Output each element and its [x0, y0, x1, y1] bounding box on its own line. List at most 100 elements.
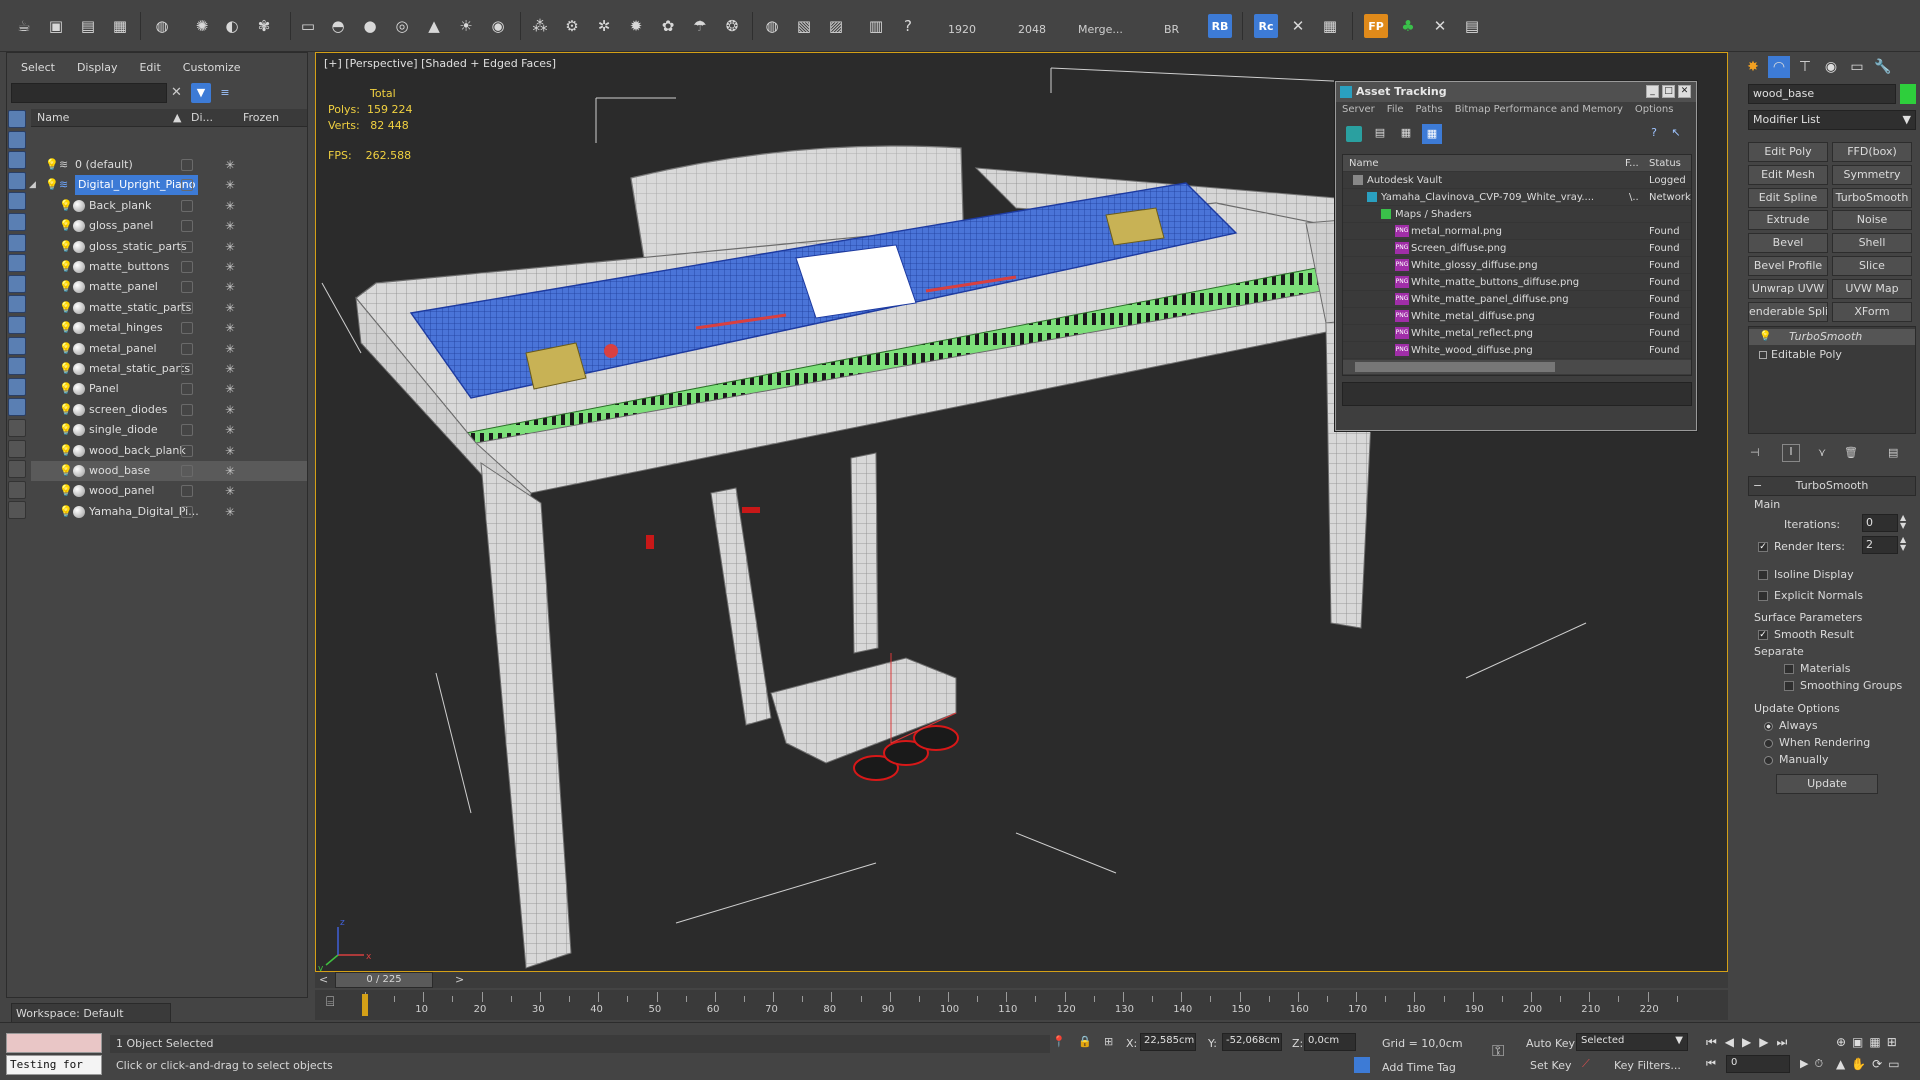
tools-icon[interactable]: ✕ — [1428, 14, 1452, 38]
xrefs-filter-icon[interactable] — [8, 316, 26, 334]
curve-editor-icon[interactable]: ⌸ — [326, 994, 346, 1014]
freeze-toggle-icon[interactable]: ✳ — [225, 461, 235, 481]
freeze-toggle-icon[interactable]: ✳ — [225, 237, 235, 257]
display-toggle-icon[interactable] — [181, 179, 193, 192]
shapes-filter-icon[interactable] — [8, 192, 26, 211]
asset-path-field[interactable] — [1342, 382, 1692, 406]
auto-key-button[interactable]: Auto Key — [1526, 1037, 1575, 1050]
box-primitive-icon[interactable]: ▭ — [296, 14, 320, 38]
playback-controls[interactable]: ⏮◀▶▶⏭ — [1706, 1035, 1795, 1050]
freeze-toggle-icon[interactable]: ✳ — [225, 196, 235, 216]
stack-item-turbosmooth[interactable]: TurboSmooth — [1749, 329, 1915, 345]
asset-row[interactable]: Yamaha_Clavinova_CVP-709_White_vray.... \… — [1343, 189, 1691, 206]
maxscript-input[interactable]: Testing for — [6, 1055, 102, 1075]
modifier-button[interactable]: XForm — [1832, 301, 1912, 322]
z-coordinate-field[interactable]: 0,0cm — [1304, 1033, 1356, 1051]
shell-icon[interactable]: ❂ — [720, 14, 744, 38]
helpers-filter-icon[interactable] — [8, 254, 26, 273]
lights-filter-icon[interactable] — [8, 213, 26, 231]
explorer-row[interactable]: 💡 wood_back_plank ✳ — [31, 441, 307, 461]
configure-sets-icon[interactable]: ▤ — [1888, 446, 1898, 459]
freeze-toggle-icon[interactable]: ✳ — [225, 318, 235, 338]
collapse-arrow-icon[interactable]: ◢ — [29, 175, 36, 195]
select-invert-icon[interactable] — [8, 460, 26, 479]
freeze-toggle-icon[interactable]: ✳ — [225, 379, 235, 399]
grid-view-icon[interactable]: ▦ — [1422, 124, 1442, 144]
modifier-button[interactable]: Noise — [1832, 210, 1912, 231]
scatter-icon[interactable]: ⁂ — [528, 14, 552, 38]
layers-icon[interactable] — [8, 501, 26, 520]
key-selection-dropdown[interactable]: Selected ▼ — [1576, 1033, 1688, 1051]
explorer-row[interactable]: 💡 metal_static_parts ✳ — [31, 359, 307, 379]
explorer-row[interactable]: 💡 ≋ 0 (default) ✳ — [31, 155, 307, 175]
hierarchy-tab-icon[interactable]: ⊤ — [1794, 56, 1816, 78]
lightbulb-icon[interactable]: 💡 — [45, 179, 59, 191]
expand-icon[interactable] — [1759, 351, 1767, 359]
display-toggle-icon[interactable] — [181, 240, 193, 253]
render-frame-icon[interactable]: ▣ — [44, 14, 68, 38]
asset-col-f[interactable]: F... — [1625, 155, 1639, 172]
asset-row[interactable]: PNG White_wood_diffuse.png Found — [1343, 342, 1691, 359]
isoline-display-checkbox[interactable]: Isoline Display — [1758, 568, 1854, 581]
modifier-button[interactable]: Edit Poly — [1748, 142, 1828, 162]
asset-row[interactable]: Maps / Shaders — [1343, 206, 1691, 223]
display-toggle-icon[interactable] — [181, 465, 193, 477]
sun-icon[interactable]: ☀ — [454, 14, 478, 38]
display-toggle-icon[interactable] — [181, 159, 193, 171]
render-width[interactable]: 1920 — [948, 23, 976, 36]
asset-tracking-title[interactable]: Asset Tracking — [1336, 82, 1696, 102]
asset-row[interactable]: PNG White_matte_panel_diffuse.png Found — [1343, 291, 1691, 308]
refresh-icon[interactable] — [1346, 126, 1362, 142]
modifier-button[interactable]: Edit Mesh — [1748, 164, 1828, 185]
freeze-toggle-icon[interactable]: ✳ — [225, 216, 235, 236]
modifier-button[interactable]: FFD(box) — [1832, 142, 1912, 162]
object-color-swatch[interactable] — [1900, 84, 1916, 104]
lightbulb-icon[interactable]: 💡 — [1759, 331, 1771, 342]
add-time-tag-button[interactable]: Add Time Tag — [1382, 1061, 1456, 1074]
remove-modifier-icon[interactable]: 🗑 — [1844, 446, 1858, 459]
mini-curve-editor-icon[interactable] — [0, 990, 40, 1020]
y-coordinate-field[interactable]: -52,068cm — [1222, 1033, 1282, 1051]
forest-icon[interactable]: ♣ — [1396, 14, 1420, 38]
absolute-mode-icon[interactable]: ⊞ — [1104, 1035, 1113, 1048]
scene-states-icon[interactable]: ✺ — [190, 14, 214, 38]
br-button[interactable]: BR — [1164, 23, 1179, 36]
globe-sphere-icon[interactable]: ◍ — [760, 14, 784, 38]
set-key-button[interactable]: Set Key — [1530, 1059, 1572, 1072]
asset-row[interactable]: PNG Screen_diffuse.png Found — [1343, 240, 1691, 257]
viewport-nav-controls-2[interactable]: ▲✋⟳▭ — [1836, 1057, 1906, 1071]
select-none-icon[interactable] — [8, 439, 26, 458]
explorer-row[interactable]: 💡 metal_hinges ✳ — [31, 318, 307, 338]
explorer-row[interactable]: 💡 matte_buttons ✳ — [31, 257, 307, 277]
transform-tools-icon[interactable]: ✕ — [1286, 14, 1310, 38]
freeze-toggle-icon[interactable]: ✳ — [225, 502, 235, 522]
find-icon[interactable] — [8, 480, 26, 499]
maxscript-listener-pink[interactable] — [6, 1033, 102, 1053]
lightbulb-icon[interactable]: 💡 — [59, 281, 73, 293]
asset-col-name[interactable]: Name — [1349, 155, 1379, 172]
freeze-toggle-icon[interactable]: ✳ — [225, 175, 235, 195]
lightbulb-icon[interactable]: 💡 — [59, 261, 73, 273]
x-coordinate-field[interactable]: 22,585cm — [1140, 1033, 1196, 1051]
explorer-row[interactable]: 💡 Back_plank ✳ — [31, 196, 307, 216]
sphere-icon[interactable]: ● — [358, 14, 382, 38]
current-frame-field[interactable]: 0 — [1726, 1055, 1790, 1073]
lightbulb-icon[interactable]: 💡 — [59, 199, 73, 212]
utilities-tab-icon[interactable]: 🔧 — [1872, 56, 1894, 78]
display-toggle-icon[interactable] — [181, 301, 193, 314]
layers-icon[interactable]: ▥ — [864, 14, 888, 38]
time-config-icons[interactable]: ▶⏱ — [1800, 1057, 1829, 1071]
modifier-button[interactable]: Shell — [1832, 233, 1912, 254]
render-iters-checkbox[interactable]: ✓ Render Iters: — [1758, 540, 1845, 553]
grid-icon[interactable]: ▤ — [1460, 14, 1484, 38]
isolate-icon[interactable]: 📍 — [1052, 1035, 1066, 1048]
iterations-spinner-arrows[interactable]: ▲ ▼ — [1900, 514, 1906, 530]
minimize-icon[interactable]: _ — [1646, 85, 1659, 98]
modifier-button[interactable]: Unwrap UVW — [1748, 278, 1828, 299]
merge-button[interactable]: Merge... — [1078, 23, 1123, 36]
teapot-render-icon[interactable]: ☕ — [12, 14, 36, 38]
time-slider-thumb[interactable]: 0 / 225 — [335, 972, 433, 988]
cone-icon[interactable]: ▲ — [422, 14, 446, 38]
list-view-icon[interactable]: ▤ — [1372, 126, 1388, 142]
asset-row[interactable]: Autodesk Vault Logged — [1343, 172, 1691, 189]
